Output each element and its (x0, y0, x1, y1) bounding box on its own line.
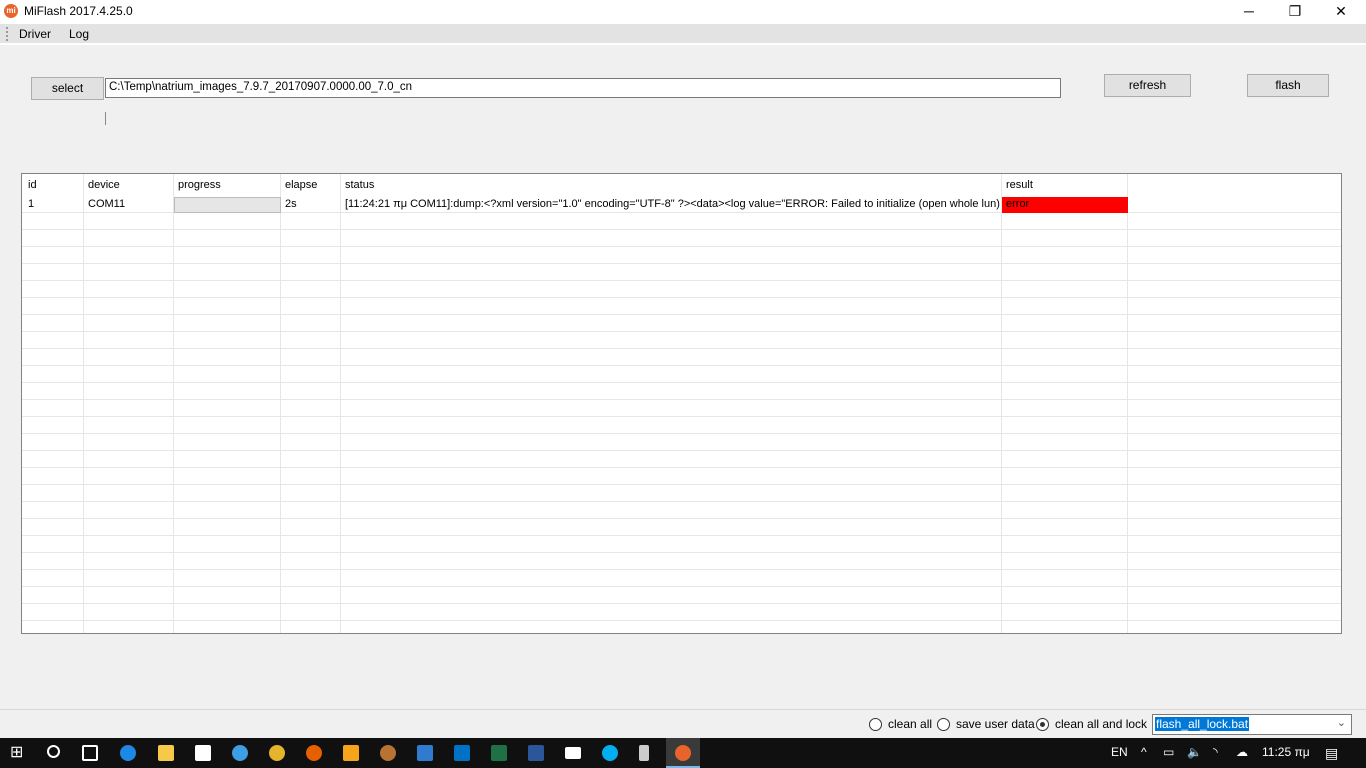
word-icon[interactable] (528, 745, 544, 761)
empty-table-row (22, 366, 1341, 383)
language-indicator[interactable]: EN (1111, 745, 1128, 759)
progress-bar (174, 197, 281, 213)
empty-table-row (22, 434, 1341, 451)
outlook-icon[interactable] (454, 745, 470, 761)
empty-table-row (22, 332, 1341, 349)
empty-table-row (22, 230, 1341, 247)
empty-table-row (22, 536, 1341, 553)
miflash-icon (675, 745, 691, 761)
cell-id: 1 (28, 198, 35, 210)
close-button[interactable]: ✕ (1318, 0, 1364, 24)
text-cursor (105, 112, 106, 125)
script-combobox[interactable]: flash_all_lock.bat ⌄ (1152, 714, 1352, 735)
empty-table-row (22, 587, 1341, 604)
action-center-icon[interactable]: ▤ (1325, 745, 1338, 762)
empty-table-row (22, 281, 1341, 298)
store-icon[interactable] (195, 745, 211, 761)
miflash-taskbar-button[interactable] (666, 738, 700, 768)
header-result[interactable]: result (1006, 179, 1033, 191)
empty-table-row (22, 315, 1341, 332)
flash-button[interactable]: flash (1247, 74, 1329, 97)
edge-icon[interactable] (120, 745, 136, 761)
clock[interactable]: 11:25 πμ (1262, 745, 1310, 759)
grip-icon (6, 27, 8, 41)
cell-status: [11:24:21 πμ COM11]:dump:<?xml version="… (345, 198, 1000, 210)
file-explorer-icon[interactable] (158, 745, 174, 761)
refresh-button[interactable]: refresh (1104, 74, 1191, 97)
empty-table-row (22, 451, 1341, 468)
header-device[interactable]: device (88, 179, 120, 191)
header-progress[interactable]: progress (178, 179, 221, 191)
header-elapse[interactable]: elapse (285, 179, 317, 191)
empty-table-row (22, 468, 1341, 485)
label-clean-all-and-lock: clean all and lock (1055, 717, 1148, 731)
search-icon[interactable] (47, 745, 60, 758)
header-id[interactable]: id (28, 179, 37, 191)
excel-icon[interactable] (491, 745, 507, 761)
empty-table-row (22, 247, 1341, 264)
empty-table-row (22, 264, 1341, 281)
restore-button[interactable]: ❐ (1272, 0, 1318, 24)
chrome-icon[interactable] (269, 745, 285, 761)
window-title: MiFlash 2017.4.25.0 (24, 4, 133, 18)
menu-bar: Driver Log (0, 24, 1366, 45)
title-bar: mi MiFlash 2017.4.25.0 ─ ❐ ✕ (0, 0, 1366, 24)
cell-device: COM11 (88, 198, 126, 210)
show-hidden-icons-icon[interactable]: ^ (1141, 745, 1147, 759)
taskbar: ⊞ EN ^ ▭ 🔈 ◝ ☁ 11:25 πμ ▤ (0, 738, 1366, 768)
header-status[interactable]: status (345, 179, 374, 191)
label-save-user-data: save user data (956, 717, 1035, 731)
chevron-down-icon[interactable]: ⌄ (1337, 716, 1346, 729)
onedrive-icon[interactable]: ☁ (1236, 745, 1248, 759)
usb-icon[interactable] (639, 745, 649, 761)
label-clean-all: clean all (888, 717, 933, 731)
empty-table-row (22, 400, 1341, 417)
radio-clean-all-and-lock[interactable] (1036, 718, 1049, 731)
empty-table-row (22, 417, 1341, 434)
app-icon[interactable] (380, 745, 396, 761)
battery-icon[interactable]: ▭ (1163, 745, 1174, 759)
empty-table-row (22, 604, 1341, 621)
table-row[interactable]: 1 COM11 2s [11:24:21 πμ COM11]:dump:<?xm… (22, 196, 1341, 213)
empty-table-row (22, 553, 1341, 570)
device-table[interactable]: id device progress elapse status result … (21, 173, 1342, 634)
firefox-icon[interactable] (306, 745, 322, 761)
task-view-icon[interactable] (82, 745, 98, 761)
cell-result: error (1006, 198, 1030, 210)
path-input[interactable]: C:\Temp\natrium_images_7.9.7_20170907.00… (105, 78, 1061, 98)
empty-table-row (22, 349, 1341, 366)
media-player-icon[interactable] (343, 745, 359, 761)
empty-table-row (22, 519, 1341, 536)
menu-driver[interactable]: Driver (19, 27, 51, 41)
empty-table-row (22, 570, 1341, 587)
volume-icon[interactable]: 🔈 (1187, 745, 1202, 759)
select-button[interactable]: select (31, 77, 104, 100)
menu-log[interactable]: Log (69, 27, 89, 41)
wifi-icon[interactable]: ◝ (1213, 745, 1218, 759)
script-value: flash_all_lock.bat (1155, 717, 1250, 731)
empty-table-row (22, 213, 1341, 230)
empty-table-row (22, 621, 1341, 633)
empty-table-row (22, 383, 1341, 400)
radio-clean-all[interactable] (869, 718, 882, 731)
empty-table-row (22, 298, 1341, 315)
app-logo-icon: mi (4, 4, 18, 18)
outlook-contacts-icon[interactable] (417, 745, 433, 761)
result-error-badge: error (1002, 197, 1128, 213)
internet-explorer-icon[interactable] (232, 745, 248, 761)
radio-save-user-data[interactable] (937, 718, 950, 731)
cell-elapse: 2s (285, 198, 297, 210)
skype-icon[interactable] (602, 745, 618, 761)
mail-icon[interactable] (565, 747, 581, 759)
empty-table-row (22, 485, 1341, 502)
empty-table-row (22, 502, 1341, 519)
windows-start-icon[interactable]: ⊞ (10, 745, 26, 761)
minimize-button[interactable]: ─ (1226, 0, 1272, 24)
